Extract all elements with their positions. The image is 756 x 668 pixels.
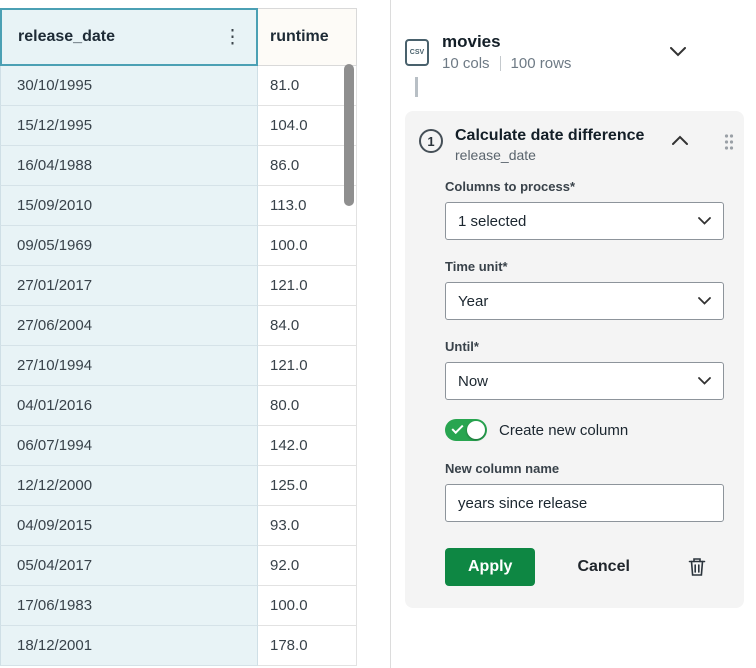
cell-runtime[interactable]: 104.0 <box>258 106 357 146</box>
cell-release-date[interactable]: 16/04/1988 <box>0 146 258 186</box>
cell-runtime[interactable]: 100.0 <box>258 226 357 266</box>
trash-icon[interactable] <box>688 557 706 577</box>
until-label: Until* <box>445 339 724 354</box>
table-header-row: release_date ⋮ runtime <box>0 8 390 66</box>
data-grid: release_date ⋮ runtime 30/10/199581.015/… <box>0 0 390 668</box>
dataset-header: CSV movies 10 cols 100 rows <box>405 32 750 72</box>
cell-runtime[interactable]: 80.0 <box>258 386 357 426</box>
cell-runtime[interactable]: 92.0 <box>258 546 357 586</box>
cell-release-date[interactable]: 15/09/2010 <box>0 186 258 226</box>
app-window: release_date ⋮ runtime 30/10/199581.015/… <box>0 0 756 668</box>
column-title: release_date <box>18 28 115 46</box>
cell-release-date[interactable]: 27/06/2004 <box>0 306 258 346</box>
cell-release-date[interactable]: 18/12/2001 <box>0 626 258 666</box>
table-row: 04/01/201680.0 <box>0 386 390 426</box>
dataset-info: movies 10 cols 100 rows <box>442 32 571 72</box>
column-header-release-date[interactable]: release_date ⋮ <box>0 8 258 66</box>
cell-release-date[interactable]: 05/04/2017 <box>0 546 258 586</box>
time-unit-label: Time unit* <box>445 259 724 274</box>
cell-runtime[interactable]: 178.0 <box>258 626 357 666</box>
dataset-name: movies <box>442 32 571 52</box>
table-row: 18/12/2001178.0 <box>0 626 390 666</box>
chevron-down-icon <box>698 377 711 385</box>
dataset-rows-count: 100 rows <box>511 55 572 72</box>
step-number-badge: 1 <box>419 129 443 153</box>
columns-to-process-label: Columns to process* <box>445 179 724 194</box>
time-unit-select[interactable]: Year <box>445 282 724 320</box>
cell-runtime[interactable]: 121.0 <box>258 266 357 306</box>
step-card: 1 Calculate date difference release_date <box>405 111 744 608</box>
cell-release-date[interactable]: 15/12/1995 <box>0 106 258 146</box>
cell-release-date[interactable]: 27/01/2017 <box>0 266 258 306</box>
cell-runtime[interactable]: 113.0 <box>258 186 357 226</box>
table-row: 09/05/1969100.0 <box>0 226 390 266</box>
cell-release-date[interactable]: 30/10/1995 <box>0 66 258 106</box>
new-column-name-label: New column name <box>445 461 724 476</box>
selected-value: Year <box>458 293 488 310</box>
cell-release-date[interactable]: 04/09/2015 <box>0 506 258 546</box>
cell-release-date[interactable]: 09/05/1969 <box>0 226 258 266</box>
cell-runtime[interactable]: 121.0 <box>258 346 357 386</box>
step-connector-line <box>415 77 418 97</box>
cell-runtime[interactable]: 125.0 <box>258 466 357 506</box>
cell-release-date[interactable]: 17/06/1983 <box>0 586 258 626</box>
dataset-cols-count: 10 cols <box>442 55 490 72</box>
table-row: 15/09/2010113.0 <box>0 186 390 226</box>
table-row: 05/04/201792.0 <box>0 546 390 586</box>
chevron-up-icon[interactable] <box>672 135 688 145</box>
cell-runtime[interactable]: 86.0 <box>258 146 357 186</box>
cell-runtime[interactable]: 81.0 <box>258 66 357 106</box>
chevron-down-icon <box>698 297 711 305</box>
column-menu-icon[interactable]: ⋮ <box>219 26 246 49</box>
chevron-down-icon <box>698 217 711 225</box>
columns-to-process-select[interactable]: 1 selected <box>445 202 724 240</box>
apply-button[interactable]: Apply <box>445 548 535 586</box>
cell-runtime[interactable]: 142.0 <box>258 426 357 466</box>
table-row: 04/09/201593.0 <box>0 506 390 546</box>
table-row: 27/01/2017121.0 <box>0 266 390 306</box>
cell-runtime[interactable]: 93.0 <box>258 506 357 546</box>
step-title: Calculate date difference <box>455 127 644 145</box>
step-card-header: 1 Calculate date difference release_date <box>419 127 730 163</box>
until-select[interactable]: Now <box>445 362 724 400</box>
table-row: 12/12/2000125.0 <box>0 466 390 506</box>
table-row: 27/10/1994121.0 <box>0 346 390 386</box>
step-footer: Apply Cancel <box>419 548 730 586</box>
create-new-column-label: Create new column <box>499 422 628 439</box>
table-row: 16/04/198886.0 <box>0 146 390 186</box>
new-column-name-input[interactable] <box>445 484 724 522</box>
table-row: 27/06/200484.0 <box>0 306 390 346</box>
step-form: Columns to process* 1 selected Time unit… <box>419 163 730 522</box>
column-header-runtime[interactable]: runtime <box>258 8 357 66</box>
chevron-down-icon[interactable] <box>670 47 686 57</box>
vertical-scrollbar-thumb[interactable] <box>344 64 354 206</box>
cell-runtime[interactable]: 100.0 <box>258 586 357 626</box>
csv-file-icon: CSV <box>405 39 429 66</box>
table-row: 30/10/199581.0 <box>0 66 390 106</box>
dataset-meta: 10 cols 100 rows <box>442 55 571 72</box>
cancel-button[interactable]: Cancel <box>577 558 629 576</box>
cell-release-date[interactable]: 04/01/2016 <box>0 386 258 426</box>
meta-divider <box>500 56 501 71</box>
table-body: 30/10/199581.015/12/1995104.016/04/19888… <box>0 66 390 666</box>
cell-release-date[interactable]: 06/07/1994 <box>0 426 258 466</box>
column-title: runtime <box>270 28 329 46</box>
selected-value: 1 selected <box>458 213 526 230</box>
prep-panel: CSV movies 10 cols 100 rows 1 Calculate … <box>390 0 756 668</box>
table-row: 06/07/1994142.0 <box>0 426 390 466</box>
cell-release-date[interactable]: 12/12/2000 <box>0 466 258 506</box>
selected-value: Now <box>458 373 488 390</box>
create-new-column-row: Create new column <box>445 419 724 441</box>
table-row: 17/06/1983100.0 <box>0 586 390 626</box>
create-new-column-toggle[interactable] <box>445 419 487 441</box>
drag-handle-icon[interactable] <box>724 133 734 151</box>
table-row: 15/12/1995104.0 <box>0 106 390 146</box>
step-titles: Calculate date difference release_date <box>455 127 644 163</box>
cell-release-date[interactable]: 27/10/1994 <box>0 346 258 386</box>
cell-runtime[interactable]: 84.0 <box>258 306 357 346</box>
step-subtitle: release_date <box>455 147 644 163</box>
